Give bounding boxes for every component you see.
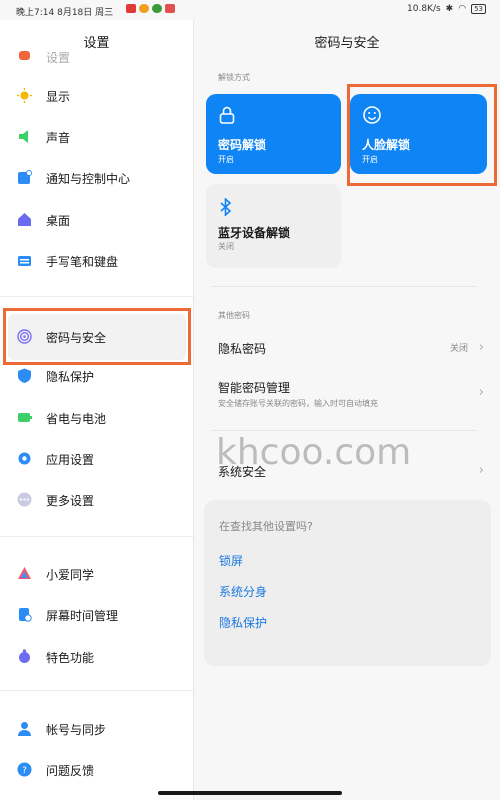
sidebar-item-label: 通知与控制中心: [46, 171, 131, 186]
password-unlock-card[interactable]: 密码解锁 开启: [206, 94, 341, 174]
card-title: 蓝牙设备解锁: [218, 226, 291, 240]
orange-icon: [19, 51, 30, 60]
link-lock-screen[interactable]: 锁屏: [219, 552, 243, 569]
fingerprint-icon: [17, 329, 32, 344]
home-icon: [18, 213, 31, 226]
suggestion-question: 在查找其他设置吗?: [219, 520, 313, 533]
divider: [212, 286, 476, 287]
sidebar-item-label: 设置: [46, 51, 71, 65]
privacy-password-row[interactable]: 隐私密码 关闭 ›: [218, 340, 490, 357]
chevron-right-icon: ›: [478, 463, 484, 478]
sidebar-item-privacy[interactable]: 隐私保护: [0, 356, 193, 396]
sidebar-item-label: 应用设置: [46, 452, 95, 467]
notification-icon: [18, 170, 32, 184]
svg-text:?: ?: [22, 766, 27, 776]
sidebar-item-label: 特色功能: [46, 650, 95, 665]
battery-icon: 53: [471, 4, 486, 14]
sidebar-item-battery[interactable]: 省电与电池: [0, 398, 193, 438]
sidebar-item-display[interactable]: 显示: [0, 76, 193, 116]
sidebar-item-more[interactable]: 更多设置: [0, 480, 193, 520]
shield-icon: [18, 368, 31, 383]
highlight-box: [347, 84, 497, 186]
app-notification-icon: [126, 4, 136, 13]
row-value: 关闭: [449, 344, 468, 354]
wifi-icon: ◠: [458, 4, 467, 14]
feature-icon: [19, 649, 30, 663]
sidebar-item-label: 问题反馈: [46, 763, 95, 778]
card-status: 开启: [218, 155, 234, 164]
account-icon: [18, 722, 31, 736]
notification-badges: [116, 4, 175, 13]
sidebar-item-desktop[interactable]: 桌面: [0, 200, 193, 240]
sidebar-item-sound[interactable]: 声音: [0, 117, 193, 157]
sidebar-item-account[interactable]: 帐号与同步: [0, 709, 193, 749]
sidebar-item-assistant[interactable]: 小爱同学: [0, 554, 193, 594]
divider: [0, 536, 193, 537]
sidebar-item-partial[interactable]: 设置: [0, 40, 193, 70]
sidebar-item-label: 屏幕时间管理: [46, 608, 119, 623]
sidebar-item-label: 隐私保护: [46, 369, 95, 384]
app-notification-icon: [139, 4, 149, 13]
sidebar-item-feedback[interactable]: ? 问题反馈: [0, 750, 193, 790]
link-second-space[interactable]: 系统分身: [219, 583, 267, 600]
sidebar-item-apps[interactable]: 应用设置: [0, 439, 193, 479]
network-speed: 10.8K/s: [407, 4, 441, 14]
speaker-icon: [19, 130, 28, 143]
sidebar-item-label: 桌面: [46, 213, 71, 228]
sidebar-item-security[interactable]: 密码与安全: [0, 317, 193, 357]
sidebar-item-keyboard[interactable]: 手写笔和键盘: [0, 241, 193, 281]
suggestion-card: 在查找其他设置吗? 锁屏 系统分身 隐私保护: [204, 500, 491, 666]
sidebar-item-label: 密码与安全: [46, 330, 107, 345]
keyboard-icon: [18, 256, 31, 266]
assistant-icon: [18, 567, 31, 579]
divider: [212, 430, 476, 431]
divider: [0, 296, 193, 297]
status-time: 晚上7:14 8月18日 周三: [16, 8, 114, 18]
home-indicator[interactable]: [158, 791, 342, 795]
feedback-icon: ?: [17, 762, 32, 777]
battery-icon: [18, 413, 32, 422]
gear-icon: [18, 452, 31, 465]
app-notification-icon: [152, 4, 162, 13]
card-status: 关闭: [218, 242, 234, 251]
app-notification-icon: [165, 4, 175, 13]
card-title: 密码解锁: [218, 138, 267, 152]
sidebar-item-label: 手写笔和键盘: [46, 254, 119, 269]
divider: [0, 690, 193, 691]
smart-password-row[interactable]: 智能密码管理 安全储存账号关联的密码，输入时可自动填充 ›: [218, 379, 490, 409]
status-bar: 晚上7:14 8月18日 周三 10.8K/s ✱ ◠ 53: [0, 0, 500, 20]
screen-time-icon: [19, 608, 32, 622]
sidebar-item-notifications[interactable]: 通知与控制中心: [0, 158, 193, 198]
sun-icon: [17, 88, 32, 103]
status-right: 10.8K/s ✱ ◠ 53: [407, 4, 486, 14]
chevron-right-icon: ›: [478, 385, 484, 400]
chevron-right-icon: ›: [478, 340, 484, 355]
other-caption: 其他密码: [218, 311, 250, 320]
more-icon: [17, 492, 32, 507]
link-privacy[interactable]: 隐私保护: [219, 614, 267, 631]
row-title: 智能密码管理: [218, 381, 291, 395]
security-panel: 密码与安全 解锁方式 密码解锁 开启 人脸解锁 开启 蓝牙设备解锁 关闭 其他密…: [194, 20, 500, 800]
sidebar-item-features[interactable]: 特色功能: [0, 637, 193, 677]
sidebar-item-label: 帐号与同步: [46, 722, 107, 737]
sidebar-item-label: 更多设置: [46, 493, 95, 508]
sidebar-item-label: 小爱同学: [46, 567, 95, 582]
watermark-text: khcoo.com: [216, 432, 412, 473]
row-subtitle: 安全储存账号关联的密码，输入时可自动填充: [218, 399, 378, 408]
sidebar-item-label: 声音: [46, 130, 71, 145]
sidebar-item-label: 省电与电池: [46, 411, 107, 426]
unlock-caption: 解锁方式: [218, 73, 250, 82]
lock-icon: [219, 106, 235, 124]
bluetooth-icon: [220, 198, 232, 216]
sidebar-item-screen-time[interactable]: 屏幕时间管理: [0, 595, 193, 635]
settings-sidebar: 设置 设置 显示 声音 通知与控制中心 桌面 手写笔和键盘 密码与安全 隐私保护…: [0, 20, 194, 800]
page-title: 密码与安全: [314, 36, 380, 51]
sidebar-item-label: 显示: [46, 89, 71, 104]
bluetooth-unlock-card[interactable]: 蓝牙设备解锁 关闭: [206, 184, 341, 268]
bluetooth-status-icon: ✱: [445, 4, 454, 14]
